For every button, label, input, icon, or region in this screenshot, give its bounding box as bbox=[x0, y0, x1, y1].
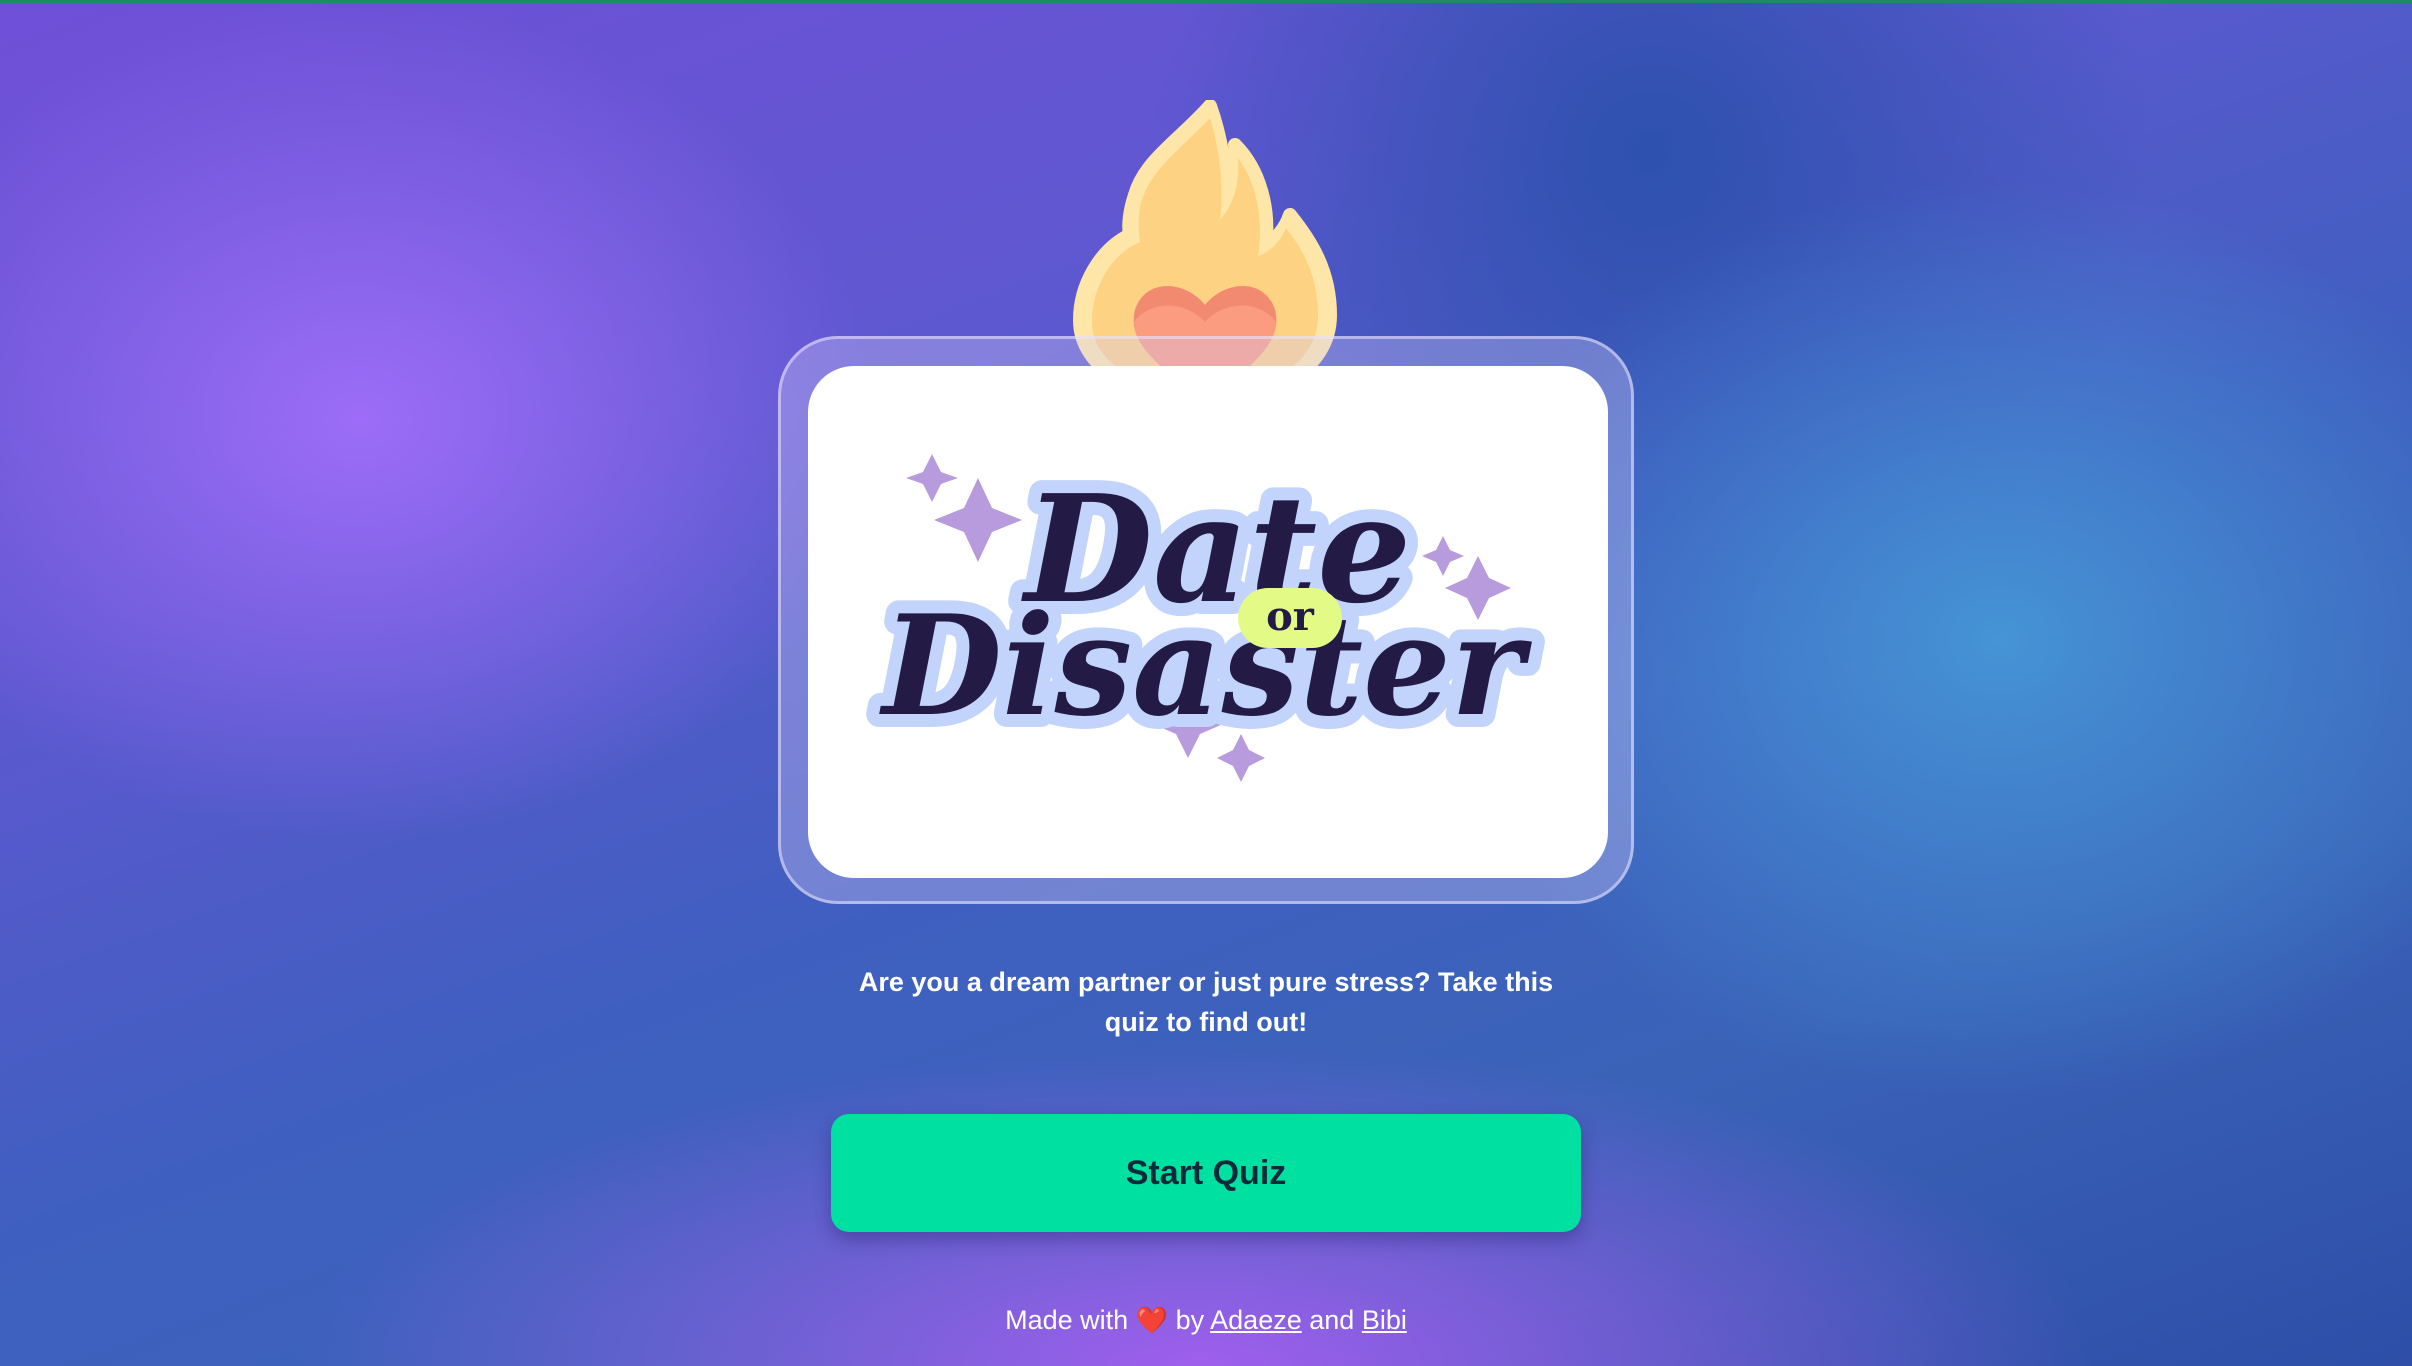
start-quiz-button[interactable]: Start Quiz bbox=[831, 1114, 1581, 1232]
footer-and: and bbox=[1309, 1305, 1355, 1335]
author-link-bibi[interactable]: Bibi bbox=[1362, 1305, 1407, 1335]
author-link-adaeze[interactable]: Adaeze bbox=[1210, 1305, 1302, 1335]
footer-made-with: Made with bbox=[1005, 1305, 1129, 1335]
logo-word-or: or bbox=[1266, 593, 1315, 640]
logo-card: Date Disaster Date Disaster or bbox=[808, 366, 1608, 878]
tagline: Are you a dream partner or just pure str… bbox=[858, 967, 1554, 1037]
logo-word-disaster: Disaster bbox=[878, 584, 1532, 747]
date-or-disaster-logo: Date Disaster Date Disaster or bbox=[865, 449, 1546, 782]
heart-icon: ❤️ bbox=[1135, 1305, 1169, 1335]
footer-credits: Made with ❤️ by Adaeze and Bibi bbox=[856, 1300, 1556, 1340]
footer-by: by bbox=[1175, 1305, 1205, 1335]
top-accent-line bbox=[0, 0, 2412, 3]
